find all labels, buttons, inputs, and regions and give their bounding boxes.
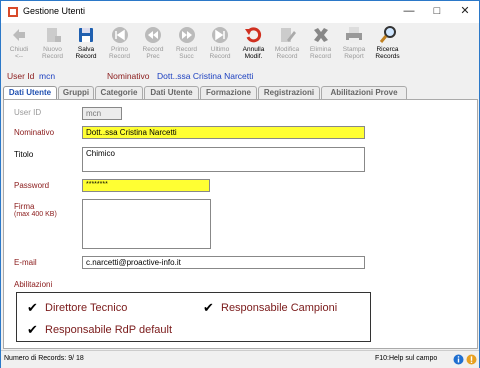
status-bar: Numero di Records: 9/ 18 F10:Help sul ca… bbox=[1, 350, 479, 368]
tab-strip: Dati Utente Gruppi Categorie Dati Utente For… bbox=[1, 86, 479, 100]
header-userid-label: User Id bbox=[7, 71, 35, 81]
tab-0[interactable]: Dati Utente bbox=[3, 86, 57, 100]
close-button[interactable]: ✕ bbox=[451, 1, 479, 23]
header-nominativo-value: Dott..ssa Cristina Narcetti bbox=[157, 71, 254, 81]
email-label: E-mail bbox=[14, 258, 37, 267]
tab-4[interactable]: Formazione bbox=[200, 86, 257, 99]
delete-icon bbox=[313, 28, 328, 42]
help-hint: F10:Help sul campo bbox=[375, 355, 438, 362]
toolbar-button-9[interactable]: Elimina Record bbox=[304, 23, 338, 67]
userid-label: User ID bbox=[14, 108, 42, 117]
direttore-tecnico-label: Direttore Tecnico bbox=[45, 302, 128, 314]
tab-1[interactable]: Gruppi bbox=[58, 86, 94, 99]
abilitazioni-group: ✔ Direttore Tecnico ✔ Responsabile Campi… bbox=[16, 292, 371, 342]
responsabile-campioni-label: Responsabile Campioni bbox=[221, 302, 338, 314]
arrow-left-icon bbox=[13, 29, 25, 41]
info-icon[interactable] bbox=[453, 354, 464, 365]
window-title: Gestione Utenti bbox=[23, 6, 86, 16]
firma-image-box[interactable] bbox=[82, 199, 211, 249]
abilitazioni-label: Abilitazioni bbox=[14, 280, 53, 289]
nominativo-label: Nominativo bbox=[14, 128, 55, 137]
toolbar-button-0[interactable]: Chiudi <-- bbox=[2, 23, 36, 67]
tab-2[interactable]: Categorie bbox=[95, 86, 143, 99]
warning-icon[interactable] bbox=[466, 354, 477, 365]
toolbar-button-3[interactable]: Primo Record bbox=[103, 23, 137, 67]
search-icon bbox=[379, 26, 396, 43]
toolbar-button-label: Ricerca Records bbox=[375, 46, 400, 60]
undo-icon bbox=[244, 27, 261, 43]
minimize-button[interactable]: — bbox=[395, 1, 423, 23]
application-window: Gestione Utenti — □ ✕ Chiudi <-- Nuovo Reco… bbox=[0, 0, 480, 368]
dati-utente-panel: User ID mcn Nominativo Dott..ssa Cristin… bbox=[3, 99, 478, 349]
header-nominativo-label: Nominativo bbox=[107, 71, 150, 81]
email-field[interactable]: c.narcetti@proactive-info.it bbox=[82, 256, 365, 269]
toolbar-button-6[interactable]: Ultimo Record bbox=[203, 23, 237, 67]
firma-label: Firma bbox=[14, 202, 35, 211]
first-record-icon bbox=[111, 27, 128, 43]
tab-3[interactable]: Dati Utente bbox=[144, 86, 199, 99]
toolbar-button-5[interactable]: Record Succ bbox=[170, 23, 204, 67]
nominativo-field[interactable]: Dott..ssa Cristina Narcetti bbox=[82, 126, 365, 139]
app-icon bbox=[8, 7, 18, 17]
password-field[interactable]: ******** bbox=[82, 179, 210, 192]
save-icon bbox=[79, 28, 93, 42]
toolbar-button-2[interactable]: Salva Record bbox=[69, 23, 103, 67]
toolbar-button-7[interactable]: Annulla Modif. bbox=[237, 23, 271, 67]
new-record-icon bbox=[46, 28, 61, 42]
toolbar-button-8[interactable]: Modifica Record bbox=[270, 23, 304, 67]
password-label: Password bbox=[14, 181, 50, 190]
firma-size-hint: (max 400 KB) bbox=[14, 211, 57, 218]
toolbar-button-10[interactable]: Stampa Report bbox=[337, 23, 371, 67]
titolo-label: Titolo bbox=[14, 150, 34, 159]
toolbar-button-4[interactable]: Record Prec bbox=[136, 23, 170, 67]
checkmark-icon: ✔ bbox=[203, 300, 214, 315]
checkmark-icon: ✔ bbox=[27, 300, 38, 315]
maximize-button[interactable]: □ bbox=[423, 1, 451, 23]
tab-5[interactable]: Registrazioni bbox=[258, 86, 320, 99]
toolbar: Chiudi <-- Nuovo Record Salva Record Primo Reco… bbox=[1, 23, 479, 67]
header-userid-value: mcn bbox=[39, 71, 56, 81]
toolbar-button-1[interactable]: Nuovo Record bbox=[36, 23, 70, 67]
last-record-icon bbox=[212, 27, 228, 43]
userid-field: mcn bbox=[82, 107, 122, 120]
prev-record-icon bbox=[145, 27, 161, 43]
titolo-field[interactable]: Chimico bbox=[82, 147, 365, 172]
next-record-icon bbox=[178, 27, 195, 43]
edit-record-icon bbox=[281, 28, 296, 42]
record-counter: Numero di Records: 9/ 18 bbox=[4, 355, 84, 362]
title-bar: Gestione Utenti — □ ✕ bbox=[1, 1, 479, 23]
record-header: User Id mcn Nominativo Dott..ssa Cristin… bbox=[1, 69, 479, 83]
print-icon bbox=[346, 27, 362, 43]
responsabile-rdp-label: Responsabile RdP default bbox=[45, 324, 172, 336]
checkmark-icon: ✔ bbox=[27, 322, 38, 337]
tab-6[interactable]: Abilitazioni Prove bbox=[321, 86, 407, 99]
toolbar-button-11[interactable]: Ricerca Records bbox=[371, 23, 405, 67]
